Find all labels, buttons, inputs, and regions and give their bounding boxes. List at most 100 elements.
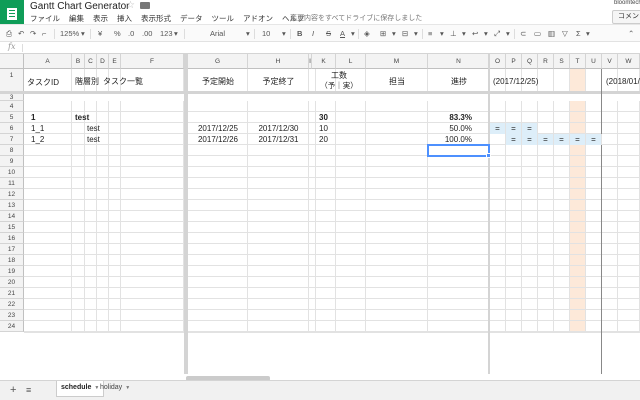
column-header-s[interactable]: S: [554, 54, 570, 69]
grid-cell[interactable]: [24, 310, 72, 321]
grid-cell[interactable]: [72, 332, 85, 333]
grid-cell[interactable]: [618, 156, 640, 167]
text-color-button[interactable]: A: [340, 28, 345, 39]
grid-cell[interactable]: [554, 200, 570, 211]
grid-cell[interactable]: [366, 299, 428, 310]
grid-cell[interactable]: [428, 222, 490, 233]
grid-cell[interactable]: [85, 321, 97, 332]
grid-cell[interactable]: [72, 233, 85, 244]
bold-button[interactable]: B: [297, 28, 302, 39]
row-header-18[interactable]: 18: [0, 255, 24, 266]
grid-cell[interactable]: [85, 255, 97, 266]
text-color-dropdown-icon[interactable]: ▾: [351, 28, 355, 39]
grid-cell[interactable]: [602, 321, 618, 332]
grid-cell[interactable]: [554, 233, 570, 244]
grid-cell[interactable]: [366, 134, 428, 145]
text-rotation-icon[interactable]: ⤢: [494, 28, 500, 39]
grid-cell[interactable]: [522, 299, 538, 310]
grid-cell[interactable]: [538, 277, 554, 288]
grid-cell[interactable]: [570, 233, 586, 244]
selected-cell[interactable]: [427, 144, 490, 157]
column-header-m[interactable]: M: [366, 54, 428, 69]
grid-cell[interactable]: [554, 145, 570, 156]
grid-cell[interactable]: [570, 167, 586, 178]
grid-cell[interactable]: [248, 200, 309, 211]
grid-cell[interactable]: [188, 189, 248, 200]
grid-cell[interactable]: [109, 222, 121, 233]
insert-comment-icon[interactable]: ▭: [534, 28, 541, 39]
end-date-cell[interactable]: 2017/12/30: [248, 123, 309, 134]
grid-cell[interactable]: [506, 101, 522, 112]
grid-cell[interactable]: [97, 189, 109, 200]
grid-cell[interactable]: [312, 189, 336, 200]
grid-cell[interactable]: [97, 310, 109, 321]
grid-cell[interactable]: [336, 211, 366, 222]
column-header-r[interactable]: R: [538, 54, 554, 69]
grid-cell[interactable]: [24, 211, 72, 222]
grid-cell[interactable]: [336, 277, 366, 288]
grid-cell[interactable]: [602, 156, 618, 167]
grid-cell[interactable]: [586, 255, 602, 266]
row-header-9[interactable]: 9: [0, 156, 24, 167]
vertical-align-icon[interactable]: ⊥: [450, 28, 457, 39]
grid-cell[interactable]: [602, 299, 618, 310]
grid-cell[interactable]: [366, 145, 428, 156]
merge-dropdown-icon[interactable]: ▾: [414, 28, 418, 39]
grid-cell[interactable]: [109, 156, 121, 167]
grid-cell[interactable]: [312, 222, 336, 233]
text-wrap-icon[interactable]: ↩: [472, 28, 478, 39]
grid-cell[interactable]: [618, 211, 640, 222]
grid-cell[interactable]: [570, 332, 586, 333]
grid-cell[interactable]: [188, 266, 248, 277]
grid-cell[interactable]: [506, 178, 522, 189]
grid-cell[interactable]: [428, 101, 490, 112]
column-header-e[interactable]: E: [109, 54, 121, 69]
column-header-c[interactable]: C: [85, 54, 97, 69]
grid-cell[interactable]: [366, 244, 428, 255]
redo-icon[interactable]: ↷: [30, 28, 36, 39]
grid-cell[interactable]: [618, 310, 640, 321]
column-header-t[interactable]: T: [570, 54, 586, 69]
grid-cell[interactable]: [428, 310, 490, 321]
grid-cell[interactable]: [72, 200, 85, 211]
grid-cell[interactable]: [85, 288, 97, 299]
row-header-5[interactable]: 5: [0, 112, 24, 123]
grid-cell[interactable]: [72, 321, 85, 332]
grid-cell[interactable]: [490, 255, 506, 266]
column-header-l[interactable]: L: [336, 54, 366, 69]
gantt-bar-cell[interactable]: =: [586, 134, 602, 145]
grid-cell[interactable]: [312, 178, 336, 189]
row-header-7[interactable]: 7: [0, 134, 24, 145]
task-id-cell[interactable]: 1_1: [28, 123, 72, 134]
start-date-cell[interactable]: 2017/12/25: [188, 123, 248, 134]
end-date-cell[interactable]: [248, 112, 309, 123]
grid-cell[interactable]: [312, 321, 336, 332]
grid-cell[interactable]: [570, 277, 586, 288]
grid-cell[interactable]: [602, 288, 618, 299]
grid-cell[interactable]: [97, 288, 109, 299]
grid-cell[interactable]: [24, 222, 72, 233]
grid-cell[interactable]: [312, 288, 336, 299]
grid-cell[interactable]: [490, 332, 506, 333]
fill-color-icon[interactable]: ◈: [364, 28, 370, 39]
grid-cell[interactable]: [188, 244, 248, 255]
grid-cell[interactable]: [109, 277, 121, 288]
grid-cell[interactable]: [428, 189, 490, 200]
grid-cell[interactable]: [97, 266, 109, 277]
grid-cell[interactable]: [618, 288, 640, 299]
start-date-cell[interactable]: [188, 112, 248, 123]
grid-cell[interactable]: [570, 178, 586, 189]
grid-cell[interactable]: [248, 156, 309, 167]
menu-item[interactable]: 挿入: [117, 13, 132, 24]
grid-cell[interactable]: [522, 332, 538, 333]
grid-cell[interactable]: [602, 222, 618, 233]
grid-cell[interactable]: [586, 112, 602, 123]
grid-cell[interactable]: [24, 288, 72, 299]
grid-cell[interactable]: [188, 321, 248, 332]
grid-cell[interactable]: [506, 145, 522, 156]
grid-cell[interactable]: [72, 266, 85, 277]
grid-cell[interactable]: [366, 332, 428, 333]
grid-cell[interactable]: [522, 178, 538, 189]
sheet-tab-holiday[interactable]: holiday ▼: [96, 381, 134, 397]
grid-cell[interactable]: [602, 244, 618, 255]
